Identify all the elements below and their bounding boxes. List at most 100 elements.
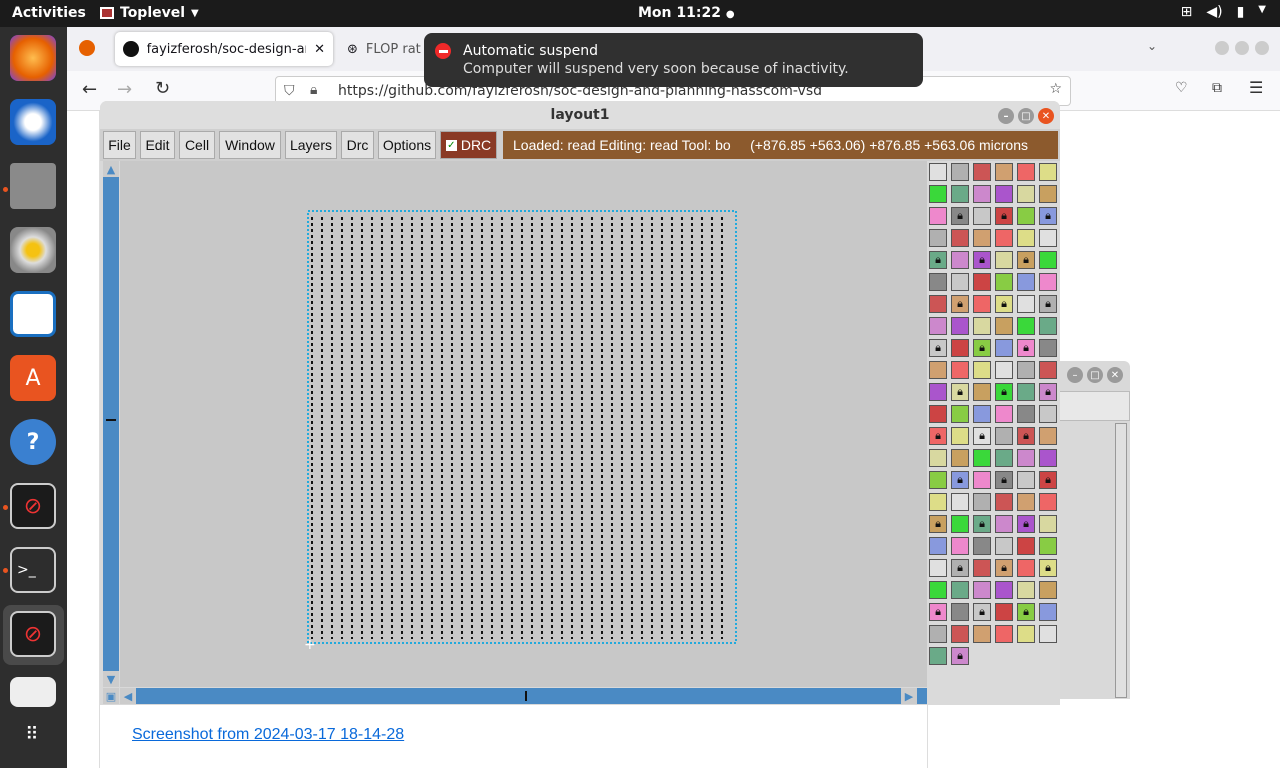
layer-swatch[interactable] [995, 229, 1013, 247]
layer-swatch[interactable] [951, 185, 969, 203]
layer-swatch[interactable] [1039, 229, 1057, 247]
layer-swatch[interactable] [951, 163, 969, 181]
layer-swatch[interactable] [929, 229, 947, 247]
layer-swatch[interactable] [929, 625, 947, 643]
clock[interactable]: Mon 11:22 ● [638, 5, 735, 21]
maximize-button[interactable] [1235, 41, 1249, 55]
menu-icon[interactable]: ☰ [1249, 78, 1263, 97]
layer-swatch[interactable] [1017, 581, 1035, 599]
minimize-button[interactable]: – [1067, 367, 1083, 383]
layer-swatch[interactable] [951, 229, 969, 247]
layer-swatch[interactable] [1017, 537, 1035, 555]
horizontal-scrollbar[interactable]: ▣ ◀ ▶ [103, 688, 927, 704]
layer-swatch[interactable] [995, 339, 1013, 357]
layer-swatch[interactable] [951, 251, 969, 269]
layer-swatch[interactable] [995, 317, 1013, 335]
layer-swatch[interactable] [951, 405, 969, 423]
layer-swatch[interactable] [951, 427, 969, 445]
layer-swatch[interactable] [973, 273, 991, 291]
layer-swatch[interactable] [1017, 229, 1035, 247]
layer-swatch[interactable] [1017, 471, 1035, 489]
magic-active-icon[interactable]: ⊘ [10, 611, 56, 657]
layer-swatch[interactable] [973, 229, 991, 247]
scroll-down-icon[interactable]: ▼ [103, 671, 119, 687]
layer-swatch[interactable] [973, 537, 991, 555]
firefox-view-icon[interactable] [79, 40, 95, 56]
list-all-tabs-icon[interactable]: ⌄ [1147, 39, 1157, 53]
layer-swatch[interactable]: 🔒︎ [973, 251, 991, 269]
layer-swatch[interactable] [995, 251, 1013, 269]
layer-swatch[interactable] [929, 361, 947, 379]
layer-swatch[interactable] [1039, 515, 1057, 533]
layer-swatch[interactable] [1039, 581, 1057, 599]
close-button[interactable]: ✕ [1107, 367, 1123, 383]
layer-swatch[interactable] [995, 625, 1013, 643]
close-icon[interactable]: ✕ [314, 42, 325, 57]
layer-swatch[interactable] [1017, 383, 1035, 401]
terminal-icon[interactable]: >_ [10, 547, 56, 593]
layer-swatch[interactable] [929, 647, 947, 665]
software-icon[interactable]: A [10, 355, 56, 401]
layer-swatch[interactable] [951, 625, 969, 643]
layer-swatch[interactable] [995, 493, 1013, 511]
layer-swatch[interactable] [973, 471, 991, 489]
layout-canvas[interactable]: + [120, 161, 927, 687]
layer-swatch[interactable] [973, 361, 991, 379]
scroll-left-icon[interactable]: ◀ [120, 688, 136, 704]
notification-banner[interactable]: Automatic suspend Computer will suspend … [424, 33, 923, 87]
layer-swatch[interactable] [929, 405, 947, 423]
close-window-button[interactable] [1255, 41, 1269, 55]
layer-swatch[interactable]: 🔒︎ [929, 251, 947, 269]
layer-swatch[interactable] [929, 163, 947, 181]
menu-window[interactable]: Window [219, 131, 281, 159]
layer-swatch[interactable]: 🔒︎ [973, 339, 991, 357]
layer-swatch[interactable]: 🔒︎ [1017, 515, 1035, 533]
layer-swatch[interactable] [1039, 251, 1057, 269]
layer-swatch[interactable] [1039, 317, 1057, 335]
layer-swatch[interactable] [1039, 273, 1057, 291]
layer-swatch[interactable] [951, 317, 969, 335]
menu-edit[interactable]: Edit [140, 131, 175, 159]
layer-swatch[interactable]: 🔒︎ [951, 295, 969, 313]
layer-swatch[interactable] [973, 405, 991, 423]
layer-swatch[interactable] [1039, 427, 1057, 445]
layer-swatch[interactable]: 🔒︎ [1039, 383, 1057, 401]
layer-swatch[interactable] [1017, 317, 1035, 335]
layer-swatch[interactable]: 🔒︎ [995, 471, 1013, 489]
layer-swatch[interactable]: 🔒︎ [995, 207, 1013, 225]
layer-swatch[interactable] [929, 471, 947, 489]
layer-swatch[interactable] [951, 515, 969, 533]
layer-swatch[interactable] [1017, 361, 1035, 379]
drc-toggle[interactable]: ✓ DRC [440, 131, 497, 159]
tab-flop[interactable]: ⊛ FLOP rat [339, 32, 429, 66]
files-icon[interactable] [10, 163, 56, 209]
help-icon[interactable]: ? [10, 419, 56, 465]
thunderbird-icon[interactable] [10, 99, 56, 145]
layer-swatch[interactable]: 🔒︎ [1039, 295, 1057, 313]
layer-swatch[interactable] [951, 361, 969, 379]
secondary-window[interactable]: – □ ✕ [1055, 361, 1130, 699]
layer-swatch[interactable]: 🔒︎ [995, 559, 1013, 577]
layer-swatch[interactable]: 🔒︎ [1017, 603, 1035, 621]
layer-swatch[interactable] [1039, 493, 1057, 511]
layer-swatch[interactable] [929, 317, 947, 335]
maximize-button[interactable]: □ [1087, 367, 1103, 383]
layer-swatch[interactable] [1017, 185, 1035, 203]
layer-swatch[interactable]: 🔒︎ [929, 515, 947, 533]
layer-swatch[interactable] [973, 493, 991, 511]
bookmark-star-icon[interactable]: ☆ [1049, 81, 1062, 97]
menu-drc[interactable]: Drc [341, 131, 374, 159]
layer-swatch[interactable] [951, 581, 969, 599]
layer-swatch[interactable] [929, 581, 947, 599]
screenshot-link[interactable]: Screenshot from 2024-03-17 18-14-28 [132, 726, 404, 744]
layer-swatch[interactable] [1017, 295, 1035, 313]
apps-grid-icon[interactable]: ⠿ [10, 711, 56, 757]
layer-swatch[interactable] [995, 405, 1013, 423]
layer-swatch[interactable] [951, 339, 969, 357]
back-icon[interactable]: ← [82, 79, 97, 100]
magic-icon[interactable]: ⊘ [10, 483, 56, 529]
layer-swatch[interactable] [995, 163, 1013, 181]
layer-swatch[interactable] [973, 163, 991, 181]
text-editor-icon[interactable] [10, 677, 56, 707]
layer-swatch[interactable] [1017, 273, 1035, 291]
